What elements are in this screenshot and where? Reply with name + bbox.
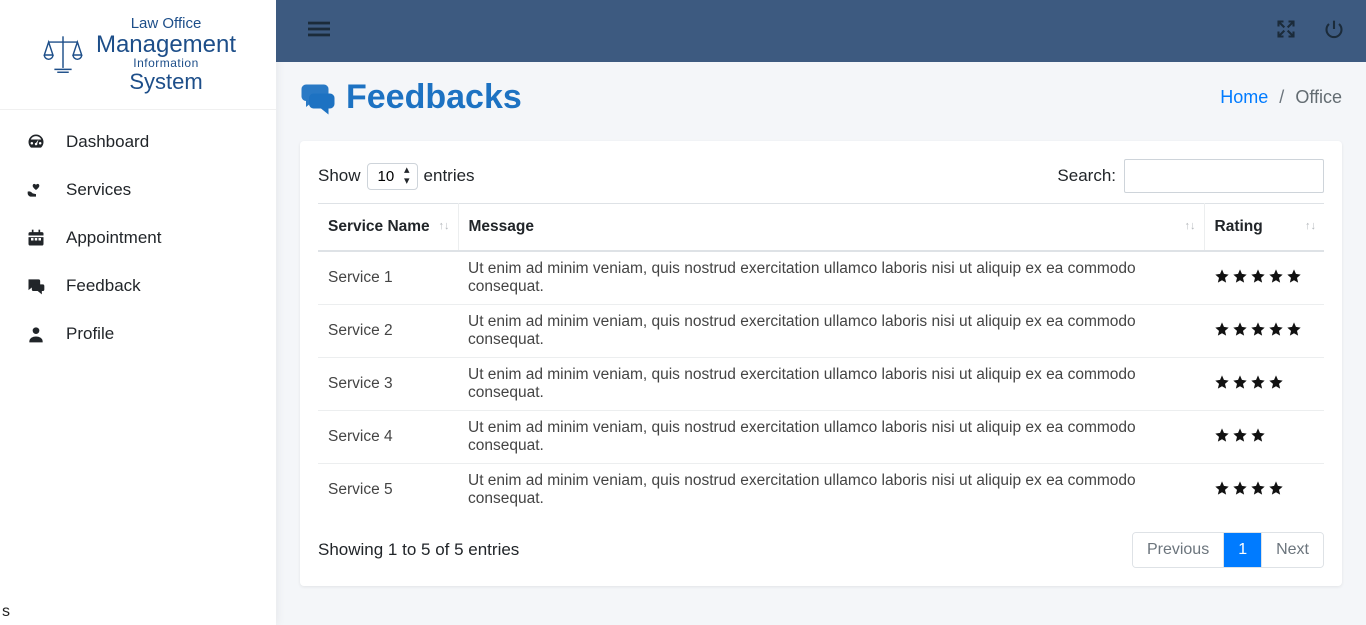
- sidebar-item-label: Appointment: [66, 228, 161, 248]
- bars-icon: [308, 18, 330, 40]
- sort-icon: ↑↓: [1185, 223, 1196, 231]
- table-info: Showing 1 to 5 of 5 entries: [318, 540, 519, 560]
- cell-service: Service 2: [318, 305, 458, 358]
- content-header: Feedbacks Home / Office: [276, 62, 1366, 129]
- next-button[interactable]: Next: [1261, 533, 1323, 567]
- col-service[interactable]: Service Name ↑↓: [318, 204, 458, 252]
- comments-icon: [24, 276, 48, 296]
- cell-service: Service 3: [318, 358, 458, 411]
- table-row: Service 4Ut enim ad minim veniam, quis n…: [318, 411, 1324, 464]
- cell-service: Service 5: [318, 464, 458, 517]
- cell-rating: [1204, 411, 1324, 464]
- sidebar-item-appointment[interactable]: Appointment: [0, 214, 276, 262]
- cell-rating: [1204, 464, 1324, 517]
- col-message-label: Message: [469, 218, 534, 235]
- sidebar-item-dashboard[interactable]: Dashboard: [0, 118, 276, 166]
- menu-toggle-button[interactable]: [308, 18, 330, 45]
- breadcrumb-current: Office: [1295, 87, 1342, 107]
- brand-line1: Law Office: [131, 16, 202, 32]
- nav: Dashboard Services Appointment Feedback Prof…: [0, 110, 276, 366]
- feedback-table: Service Name ↑↓ Message ↑↓ Rating ↑↓: [318, 203, 1324, 516]
- fullscreen-button[interactable]: [1276, 19, 1296, 44]
- brand-line2: Management: [96, 32, 236, 57]
- table-row: Service 1Ut enim ad minim veniam, quis n…: [318, 251, 1324, 305]
- sidebar-item-label: Services: [66, 180, 131, 200]
- calendar-icon: [24, 228, 48, 248]
- table-row: Service 3Ut enim ad minim veniam, quis n…: [318, 358, 1324, 411]
- page-title: Feedbacks: [300, 78, 522, 117]
- length-selector: Show 10 ▴▾ entries: [318, 163, 475, 190]
- table-row: Service 2Ut enim ad minim veniam, quis n…: [318, 305, 1324, 358]
- sidebar: Law Office Management Information System…: [0, 0, 276, 625]
- col-rating[interactable]: Rating ↑↓: [1204, 204, 1324, 252]
- gauge-icon: [24, 132, 48, 152]
- hands-heart-icon: [24, 180, 48, 200]
- card: Show 10 ▴▾ entries Search: Service: [300, 141, 1342, 586]
- cell-message: Ut enim ad minim veniam, quis nostrud ex…: [458, 251, 1204, 305]
- col-service-label: Service Name: [328, 218, 430, 235]
- cell-rating: [1204, 358, 1324, 411]
- sort-icon: ↑↓: [1305, 223, 1316, 231]
- cell-message: Ut enim ad minim veniam, quis nostrud ex…: [458, 358, 1204, 411]
- prev-button[interactable]: Previous: [1133, 533, 1223, 567]
- breadcrumb: Home / Office: [1220, 87, 1342, 108]
- brand-line3: Information: [133, 57, 199, 70]
- sort-icon: ↑↓: [439, 223, 450, 231]
- sidebar-item-label: Profile: [66, 324, 114, 344]
- sidebar-item-profile[interactable]: Profile: [0, 310, 276, 358]
- col-message[interactable]: Message ↑↓: [458, 204, 1204, 252]
- sidebar-item-services[interactable]: Services: [0, 166, 276, 214]
- comments-icon: [300, 80, 336, 116]
- power-button[interactable]: [1324, 19, 1344, 44]
- cell-rating: [1204, 251, 1324, 305]
- pagination: Previous 1 Next: [1132, 532, 1324, 568]
- expand-icon: [1276, 19, 1296, 39]
- main: Feedbacks Home / Office Show 10 ▴▾ entri…: [276, 0, 1366, 625]
- page-title-text: Feedbacks: [346, 78, 522, 117]
- user-icon: [24, 324, 48, 344]
- sidebar-item-feedback[interactable]: Feedback: [0, 262, 276, 310]
- breadcrumb-sep: /: [1279, 87, 1284, 107]
- power-icon: [1324, 19, 1344, 39]
- cell-service: Service 1: [318, 251, 458, 305]
- sidebar-item-label: Feedback: [66, 276, 141, 296]
- sidebar-item-label: Dashboard: [66, 132, 149, 152]
- cell-message: Ut enim ad minim veniam, quis nostrud ex…: [458, 464, 1204, 517]
- cell-message: Ut enim ad minim veniam, quis nostrud ex…: [458, 305, 1204, 358]
- breadcrumb-home[interactable]: Home: [1220, 87, 1268, 107]
- show-label-pre: Show: [318, 166, 361, 186]
- cell-message: Ut enim ad minim veniam, quis nostrud ex…: [458, 411, 1204, 464]
- table-row: Service 5Ut enim ad minim veniam, quis n…: [318, 464, 1324, 517]
- cell-rating: [1204, 305, 1324, 358]
- search-label: Search:: [1057, 166, 1116, 186]
- brand-line4: System: [129, 70, 202, 93]
- col-rating-label: Rating: [1215, 218, 1263, 235]
- show-label-post: entries: [424, 166, 475, 186]
- cell-service: Service 4: [318, 411, 458, 464]
- brand[interactable]: Law Office Management Information System: [0, 0, 276, 110]
- page-1-button[interactable]: 1: [1223, 533, 1261, 567]
- search-input[interactable]: [1124, 159, 1324, 193]
- topbar: [276, 0, 1366, 62]
- page-length-select[interactable]: 10: [367, 163, 418, 190]
- scales-icon: [40, 32, 86, 78]
- stray-char: s: [2, 603, 10, 621]
